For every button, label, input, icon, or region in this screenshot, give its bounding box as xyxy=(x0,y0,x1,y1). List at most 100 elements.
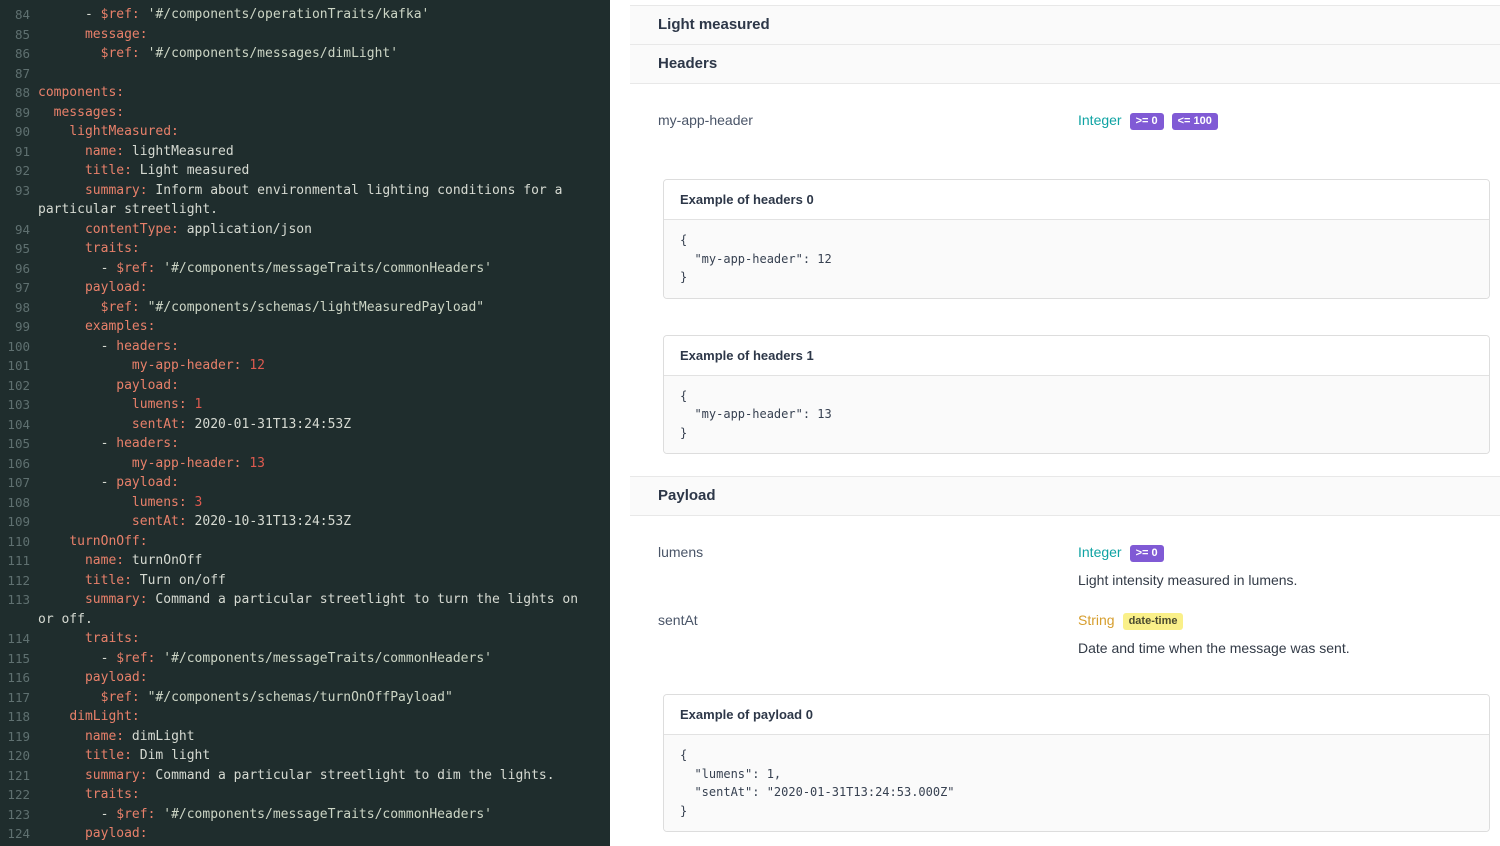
code-line[interactable]: 110 turnOnOff: xyxy=(0,532,610,552)
line-number: 95 xyxy=(0,239,30,259)
code-text: title: Dim light xyxy=(38,746,610,766)
code-line[interactable]: 92 title: Light measured xyxy=(0,161,610,181)
code-line[interactable]: 111 name: turnOnOff xyxy=(0,551,610,571)
code-line[interactable]: 121 summary: Command a particular street… xyxy=(0,766,610,786)
property-name: lumens xyxy=(658,542,1078,590)
code-line[interactable]: 109 sentAt: 2020-10-31T13:24:53Z xyxy=(0,512,610,532)
line-number: 123 xyxy=(0,805,30,825)
line-number: 106 xyxy=(0,454,30,474)
code-line[interactable]: 120 title: Dim light xyxy=(0,746,610,766)
code-line[interactable]: 100 - headers: xyxy=(0,337,610,357)
code-line[interactable]: 107 - payload: xyxy=(0,473,610,493)
code-line[interactable]: 124 payload: xyxy=(0,824,610,844)
line-number: 86 xyxy=(0,44,30,64)
code-text: summary: Command a particular streetligh… xyxy=(38,590,610,629)
code-text: payload: xyxy=(38,668,610,688)
line-number: 114 xyxy=(0,629,30,649)
message-title: Light measured xyxy=(658,16,770,33)
code-line[interactable]: 115 - $ref: '#/components/messageTraits/… xyxy=(0,649,610,669)
code-line[interactable]: 99 examples: xyxy=(0,317,610,337)
code-text: title: Turn on/off xyxy=(38,571,610,591)
code-line[interactable]: 117 $ref: "#/components/schemas/turnOnOf… xyxy=(0,688,610,708)
code-line[interactable]: 105 - headers: xyxy=(0,434,610,454)
code-text: summary: Command a particular streetligh… xyxy=(38,766,610,786)
code-text: $ref: "#/components/schemas/turnOnOffPay… xyxy=(38,688,610,708)
code-text: - headers: xyxy=(38,434,610,454)
code-text: components: xyxy=(38,83,610,103)
example-box-headers-1: Example of headers 1 { "my-app-header": … xyxy=(663,335,1490,455)
property-type-line: Integer>= 0 xyxy=(1078,542,1480,563)
code-line[interactable]: 123 - $ref: '#/components/messageTraits/… xyxy=(0,805,610,825)
code-text: traits: xyxy=(38,239,610,259)
example-title: Example of headers 0 xyxy=(664,180,1489,220)
line-number: 97 xyxy=(0,278,30,298)
code-line[interactable]: 106 my-app-header: 13 xyxy=(0,454,610,474)
code-line[interactable]: 85 message: xyxy=(0,25,610,45)
code-line[interactable]: 108 lumens: 3 xyxy=(0,493,610,513)
line-number: 111 xyxy=(0,551,30,571)
code-line[interactable]: 119 name: dimLight xyxy=(0,727,610,747)
code-line[interactable]: 86 $ref: '#/components/messages/dimLight… xyxy=(0,44,610,64)
code-line[interactable]: 116 payload: xyxy=(0,668,610,688)
code-line[interactable]: 98 $ref: "#/components/schemas/lightMeas… xyxy=(0,298,610,318)
code-line[interactable]: 102 payload: xyxy=(0,376,610,396)
line-number: 102 xyxy=(0,376,30,396)
line-number: 93 xyxy=(0,181,30,220)
code-line[interactable]: 95 traits: xyxy=(0,239,610,259)
code-text: name: lightMeasured xyxy=(38,142,610,162)
panel-splitter[interactable] xyxy=(610,0,630,846)
example-code: { "lumens": 1, "sentAt": "2020-01-31T13:… xyxy=(664,735,1489,831)
code-line[interactable]: 91 name: lightMeasured xyxy=(0,142,610,162)
code-line[interactable]: 93 summary: Inform about environmental l… xyxy=(0,181,610,220)
code-text: dimLight: xyxy=(38,707,610,727)
code-line[interactable]: 84 - $ref: '#/components/operationTraits… xyxy=(0,5,610,25)
property-definition: Integer>= 0<= 100 xyxy=(1078,110,1480,131)
code-line[interactable]: 101 my-app-header: 12 xyxy=(0,356,610,376)
line-number: 89 xyxy=(0,103,30,123)
line-number: 104 xyxy=(0,415,30,435)
code-line[interactable]: 96 - $ref: '#/components/messageTraits/c… xyxy=(0,259,610,279)
message-title-header: Light measured xyxy=(630,5,1500,45)
code-line[interactable]: 113 summary: Command a particular street… xyxy=(0,590,610,629)
code-line[interactable]: 103 lumens: 1 xyxy=(0,395,610,415)
line-number: 85 xyxy=(0,25,30,45)
code-text: - $ref: '#/components/messageTraits/comm… xyxy=(38,259,610,279)
code-text: name: turnOnOff xyxy=(38,551,610,571)
code-line[interactable]: 104 sentAt: 2020-01-31T13:24:53Z xyxy=(0,415,610,435)
code-line[interactable]: 87 xyxy=(0,64,610,84)
code-line[interactable]: 112 title: Turn on/off xyxy=(0,571,610,591)
code-line[interactable]: 88components: xyxy=(0,83,610,103)
constraint-badge: >= 0 xyxy=(1130,113,1164,130)
code-line[interactable]: 90 lightMeasured: xyxy=(0,122,610,142)
code-text: $ref: '#/components/messages/dimLight' xyxy=(38,44,610,64)
code-text: traits: xyxy=(38,629,610,649)
line-number: 110 xyxy=(0,532,30,552)
property-definition: Stringdate-time Date and time when the m… xyxy=(1078,610,1480,658)
code-line[interactable]: 122 traits: xyxy=(0,785,610,805)
code-line[interactable]: 89 messages: xyxy=(0,103,610,123)
line-number: 120 xyxy=(0,746,30,766)
line-number: 119 xyxy=(0,727,30,747)
code-text: lumens: 3 xyxy=(38,493,610,513)
code-editor[interactable]: 84 - $ref: '#/components/operationTraits… xyxy=(0,0,610,846)
code-text: - headers: xyxy=(38,337,610,357)
code-line[interactable]: 94 contentType: application/json xyxy=(0,220,610,240)
property-row-lumens: lumens Integer>= 0 Light intensity measu… xyxy=(630,542,1500,590)
line-number: 108 xyxy=(0,493,30,513)
code-text: payload: xyxy=(38,376,610,396)
docs-panel[interactable]: Light measured Headers my-app-header Int… xyxy=(630,0,1500,846)
line-number: 87 xyxy=(0,64,30,84)
example-box-headers-0: Example of headers 0 { "my-app-header": … xyxy=(663,179,1490,299)
code-text: my-app-header: 13 xyxy=(38,454,610,474)
code-line[interactable]: 118 dimLight: xyxy=(0,707,610,727)
line-number: 107 xyxy=(0,473,30,493)
line-number: 113 xyxy=(0,590,30,629)
code-text xyxy=(38,64,610,84)
code-line[interactable]: 114 traits: xyxy=(0,629,610,649)
property-row-my-app-header: my-app-header Integer>= 0<= 100 xyxy=(630,110,1500,131)
code-text: payload: xyxy=(38,278,610,298)
line-number: 84 xyxy=(0,5,30,25)
headers-section-header: Headers xyxy=(630,45,1500,84)
line-number: 99 xyxy=(0,317,30,337)
code-line[interactable]: 97 payload: xyxy=(0,278,610,298)
